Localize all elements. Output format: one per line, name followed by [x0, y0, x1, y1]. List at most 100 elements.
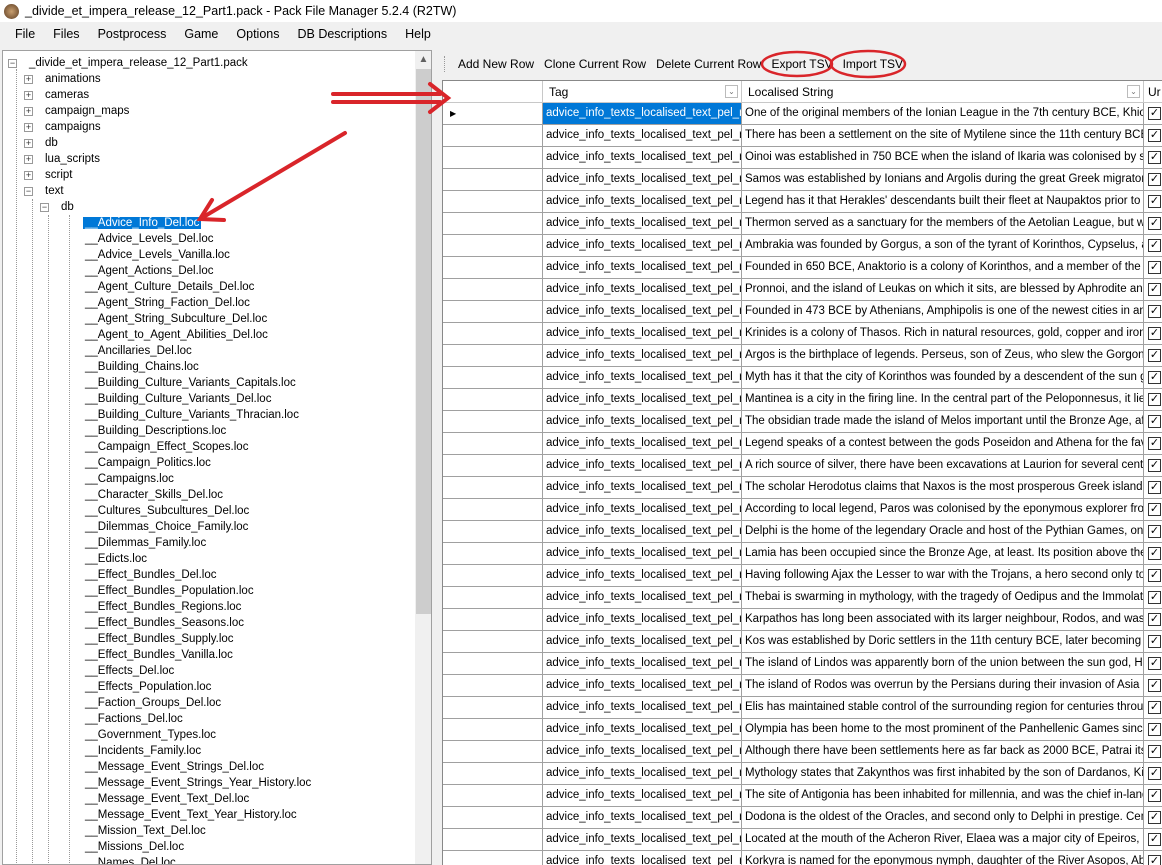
- untranslated-checkbox[interactable]: ✓: [1148, 547, 1161, 560]
- table-row[interactable]: advice_info_texts_localised_text_pel_r..…: [443, 675, 1162, 697]
- tag-cell[interactable]: advice_info_texts_localised_text_pel_r..…: [543, 367, 742, 389]
- tag-cell[interactable]: advice_info_texts_localised_text_pel_r..…: [543, 719, 742, 741]
- tree-node-file[interactable]: __Dilemmas_Choice_Family.loc: [83, 519, 250, 535]
- untranslated-checkbox[interactable]: ✓: [1148, 811, 1161, 824]
- untranslated-cell[interactable]: ✓: [1144, 367, 1162, 389]
- tree-node-folder[interactable]: script: [43, 167, 74, 183]
- tag-cell[interactable]: advice_info_texts_localised_text_pel_r..…: [543, 543, 742, 565]
- row-header[interactable]: [443, 543, 543, 565]
- tag-cell[interactable]: advice_info_texts_localised_text_pel_r..…: [543, 763, 742, 785]
- tag-cell[interactable]: advice_info_texts_localised_text_pel_r..…: [543, 785, 742, 807]
- table-row[interactable]: advice_info_texts_localised_text_pel_r..…: [443, 125, 1162, 147]
- untranslated-cell[interactable]: ✓: [1144, 851, 1162, 865]
- localised-string-cell[interactable]: The site of Antigonia has been inhabited…: [742, 785, 1144, 807]
- table-row[interactable]: advice_info_texts_localised_text_pel_r..…: [443, 609, 1162, 631]
- localised-string-cell[interactable]: Olympia has been home to the most promin…: [742, 719, 1144, 741]
- delete-current-row-button[interactable]: Delete Current Row: [651, 53, 766, 75]
- tree-node-subfolder[interactable]: db: [59, 199, 76, 215]
- untranslated-cell[interactable]: ✓: [1144, 411, 1162, 433]
- tree-node-file[interactable]: __Message_Event_Strings_Del.loc: [83, 759, 266, 775]
- tag-cell[interactable]: advice_info_texts_localised_text_pel_r..…: [543, 279, 742, 301]
- table-row[interactable]: advice_info_texts_localised_text_pel_r..…: [443, 477, 1162, 499]
- column-header-tag[interactable]: Tag ⌄: [543, 81, 742, 103]
- tree-node-file[interactable]: __Campaign_Politics.loc: [83, 455, 213, 471]
- tag-cell[interactable]: advice_info_texts_localised_text_pel_r..…: [543, 851, 742, 865]
- row-header[interactable]: [443, 235, 543, 257]
- tag-cell[interactable]: advice_info_texts_localised_text_pel_r..…: [543, 477, 742, 499]
- row-header[interactable]: [443, 455, 543, 477]
- tree-node-folder[interactable]: animations: [43, 71, 103, 87]
- row-header[interactable]: [443, 697, 543, 719]
- localised-string-cell[interactable]: Korkyra is named for the eponymous nymph…: [742, 851, 1144, 865]
- row-header[interactable]: [443, 301, 543, 323]
- expand-icon[interactable]: +: [24, 75, 33, 84]
- table-row[interactable]: advice_info_texts_localised_text_pel_r..…: [443, 653, 1162, 675]
- tree-node-folder[interactable]: db: [43, 135, 60, 151]
- row-header[interactable]: [443, 257, 543, 279]
- table-row[interactable]: advice_info_texts_localised_text_pel_r..…: [443, 521, 1162, 543]
- tree-node-file[interactable]: __Advice_Levels_Vanilla.loc: [83, 247, 232, 263]
- untranslated-cell[interactable]: ✓: [1144, 191, 1162, 213]
- tree-node-file[interactable]: __Effect_Bundles_Supply.loc: [83, 631, 236, 647]
- untranslated-cell[interactable]: ✓: [1144, 103, 1162, 125]
- row-header[interactable]: [443, 499, 543, 521]
- menu-options[interactable]: Options: [227, 27, 288, 41]
- tree-node-folder[interactable]: cameras: [43, 87, 91, 103]
- tree-node-folder[interactable]: text: [43, 183, 66, 199]
- untranslated-checkbox[interactable]: ✓: [1148, 239, 1161, 252]
- tree-scrollbar[interactable]: ▲: [415, 51, 431, 864]
- untranslated-cell[interactable]: ✓: [1144, 433, 1162, 455]
- row-header[interactable]: [443, 587, 543, 609]
- localised-string-cell[interactable]: Kos was established by Doric settlers in…: [742, 631, 1144, 653]
- untranslated-cell[interactable]: ✓: [1144, 763, 1162, 785]
- tree-node-file[interactable]: __Agent_Actions_Del.loc: [83, 263, 216, 279]
- table-row[interactable]: advice_info_texts_localised_text_pel_r..…: [443, 235, 1162, 257]
- table-row[interactable]: advice_info_texts_localised_text_pel_r..…: [443, 741, 1162, 763]
- row-header[interactable]: [443, 807, 543, 829]
- table-row[interactable]: advice_info_texts_localised_text_pel_r..…: [443, 279, 1162, 301]
- row-header[interactable]: [443, 389, 543, 411]
- localised-string-cell[interactable]: The island of Rodos was overrun by the P…: [742, 675, 1144, 697]
- filter-dropdown-icon[interactable]: ⌄: [1127, 85, 1140, 98]
- tag-cell[interactable]: advice_info_texts_localised_text_pel_r..…: [543, 191, 742, 213]
- tag-cell[interactable]: advice_info_texts_localised_text_pel_r..…: [543, 301, 742, 323]
- untranslated-cell[interactable]: ✓: [1144, 389, 1162, 411]
- table-row[interactable]: advice_info_texts_localised_text_pel_r..…: [443, 213, 1162, 235]
- untranslated-cell[interactable]: ✓: [1144, 741, 1162, 763]
- tree-node-file[interactable]: __Missions_Del.loc: [83, 839, 186, 855]
- untranslated-checkbox[interactable]: ✓: [1148, 679, 1161, 692]
- row-header[interactable]: [443, 763, 543, 785]
- untranslated-cell[interactable]: ✓: [1144, 521, 1162, 543]
- localised-string-cell[interactable]: Myth has it that the city of Korinthos w…: [742, 367, 1144, 389]
- row-header[interactable]: [443, 719, 543, 741]
- localised-string-cell[interactable]: Mantinea is a city in the firing line. I…: [742, 389, 1144, 411]
- row-header[interactable]: [443, 169, 543, 191]
- menu-file[interactable]: File: [6, 27, 44, 41]
- untranslated-checkbox[interactable]: ✓: [1148, 327, 1161, 340]
- localised-string-cell[interactable]: Elis has maintained stable control of th…: [742, 697, 1144, 719]
- tree-node-file[interactable]: __Agent_String_Faction_Del.loc: [83, 295, 252, 311]
- tag-cell[interactable]: advice_info_texts_localised_text_pel_r..…: [543, 631, 742, 653]
- untranslated-checkbox[interactable]: ✓: [1148, 151, 1161, 164]
- untranslated-checkbox[interactable]: ✓: [1148, 393, 1161, 406]
- localised-string-cell[interactable]: Thermon served as a sanctuary for the me…: [742, 213, 1144, 235]
- table-row[interactable]: advice_info_texts_localised_text_pel_r..…: [443, 411, 1162, 433]
- localised-string-cell[interactable]: Lamia has been occupied since the Bronze…: [742, 543, 1144, 565]
- untranslated-checkbox[interactable]: ✓: [1148, 701, 1161, 714]
- untranslated-cell[interactable]: ✓: [1144, 499, 1162, 521]
- expand-icon[interactable]: +: [24, 91, 33, 100]
- localised-string-cell[interactable]: Founded in 650 BCE, Anaktorio is a colon…: [742, 257, 1144, 279]
- untranslated-checkbox[interactable]: ✓: [1148, 525, 1161, 538]
- untranslated-cell[interactable]: ✓: [1144, 565, 1162, 587]
- localised-string-cell[interactable]: One of the original members of the Ionia…: [742, 103, 1144, 125]
- untranslated-checkbox[interactable]: ✓: [1148, 789, 1161, 802]
- tree-node-folder[interactable]: campaigns: [43, 119, 103, 135]
- localised-string-cell[interactable]: Legend has it that Herakles' descendants…: [742, 191, 1144, 213]
- table-row[interactable]: advice_info_texts_localised_text_pel_r..…: [443, 829, 1162, 851]
- localised-string-cell[interactable]: Thebai is swarming in mythology, with th…: [742, 587, 1144, 609]
- row-header[interactable]: [443, 433, 543, 455]
- untranslated-cell[interactable]: ✓: [1144, 807, 1162, 829]
- tree-node-file[interactable]: __Advice_Levels_Del.loc: [83, 231, 216, 247]
- tree-node-file[interactable]: __Effects_Population.loc: [83, 679, 213, 695]
- scroll-up-icon[interactable]: ▲: [415, 51, 431, 68]
